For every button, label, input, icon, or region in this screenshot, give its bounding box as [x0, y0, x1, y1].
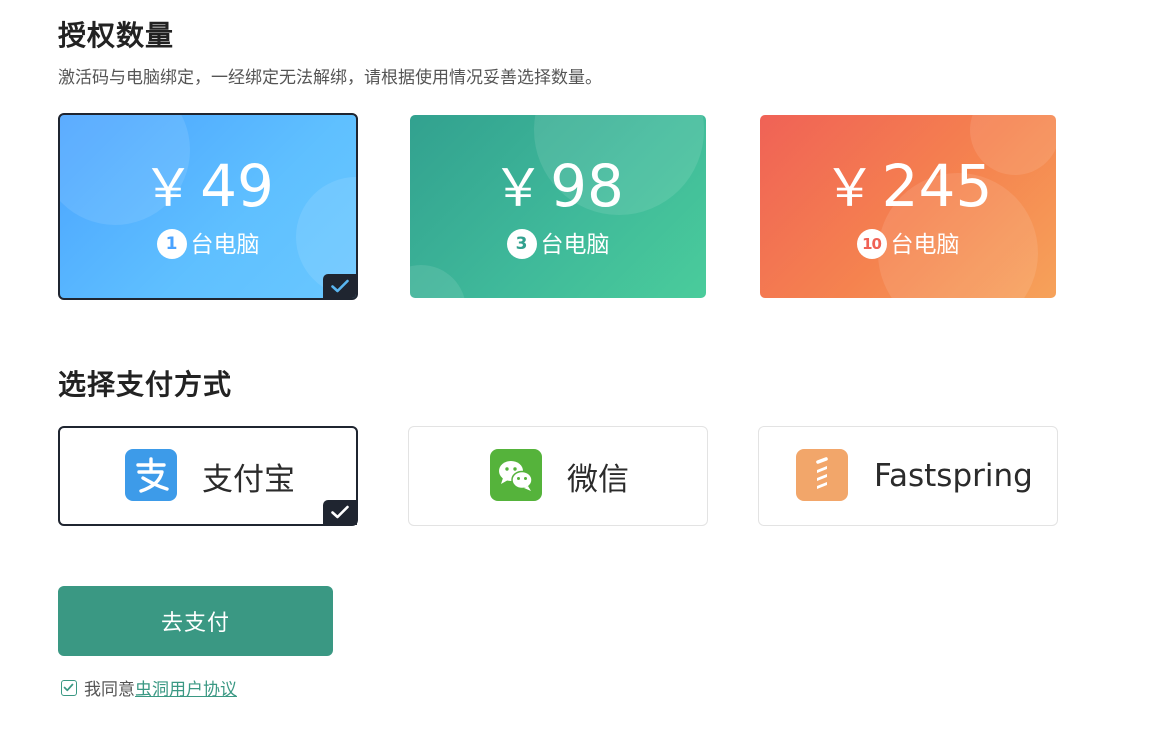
device-count-badge: 1: [156, 228, 187, 259]
currency-symbol: ￥: [823, 159, 876, 219]
plan-card-1[interactable]: ￥ 49 1 台电脑: [58, 113, 358, 300]
device-unit-label: 台电脑: [540, 232, 610, 258]
device-count-badge: 3: [506, 228, 537, 259]
payment-option-label: 微信: [567, 461, 629, 498]
selected-check-icon: [323, 274, 356, 298]
price-value: 49: [200, 152, 274, 220]
agreement-row: 我同意 虫洞用户协议: [61, 675, 237, 700]
license-section-title: 授权数量: [58, 19, 175, 52]
wechat-icon: [490, 449, 542, 501]
plan-price: ￥ 49: [60, 151, 356, 224]
plan-card-10[interactable]: ￥ 245 10 台电脑: [760, 115, 1056, 298]
license-section-subtitle: 激活码与电脑绑定，一经绑定无法解绑，请根据使用情况妥善选择数量。: [58, 68, 602, 88]
currency-symbol: ￥: [142, 159, 195, 219]
alipay-icon: [125, 449, 177, 501]
decor-circle: [410, 265, 466, 298]
plan-devices: 1 台电脑: [60, 228, 356, 261]
payment-option-alipay[interactable]: 支付宝: [58, 426, 358, 526]
device-count-badge: 10: [856, 228, 887, 259]
selected-check-icon: [323, 500, 357, 525]
payment-section-title: 选择支付方式: [58, 368, 233, 401]
agreement-prefix: 我同意: [84, 680, 135, 700]
payment-option-wechat[interactable]: 微信: [408, 426, 708, 526]
device-unit-label: 台电脑: [890, 232, 960, 258]
payment-option-fastspring[interactable]: Fastspring: [758, 426, 1058, 526]
fastspring-icon: [796, 449, 848, 501]
pay-button[interactable]: 去支付: [58, 586, 333, 656]
agreement-link[interactable]: 虫洞用户协议: [135, 675, 237, 700]
price-value: 245: [881, 152, 993, 220]
currency-symbol: ￥: [492, 159, 545, 219]
price-value: 98: [550, 152, 624, 220]
plan-price: ￥ 98: [410, 151, 706, 224]
agreement-checkbox[interactable]: [61, 679, 77, 696]
plan-price: ￥ 245: [760, 151, 1056, 224]
plan-devices: 3 台电脑: [410, 228, 706, 261]
payment-option-label: Fastspring: [874, 458, 1033, 494]
plan-card-3[interactable]: ￥ 98 3 台电脑: [410, 115, 706, 298]
device-unit-label: 台电脑: [190, 232, 260, 258]
payment-option-label: 支付宝: [202, 461, 295, 498]
plan-devices: 10 台电脑: [760, 228, 1056, 261]
